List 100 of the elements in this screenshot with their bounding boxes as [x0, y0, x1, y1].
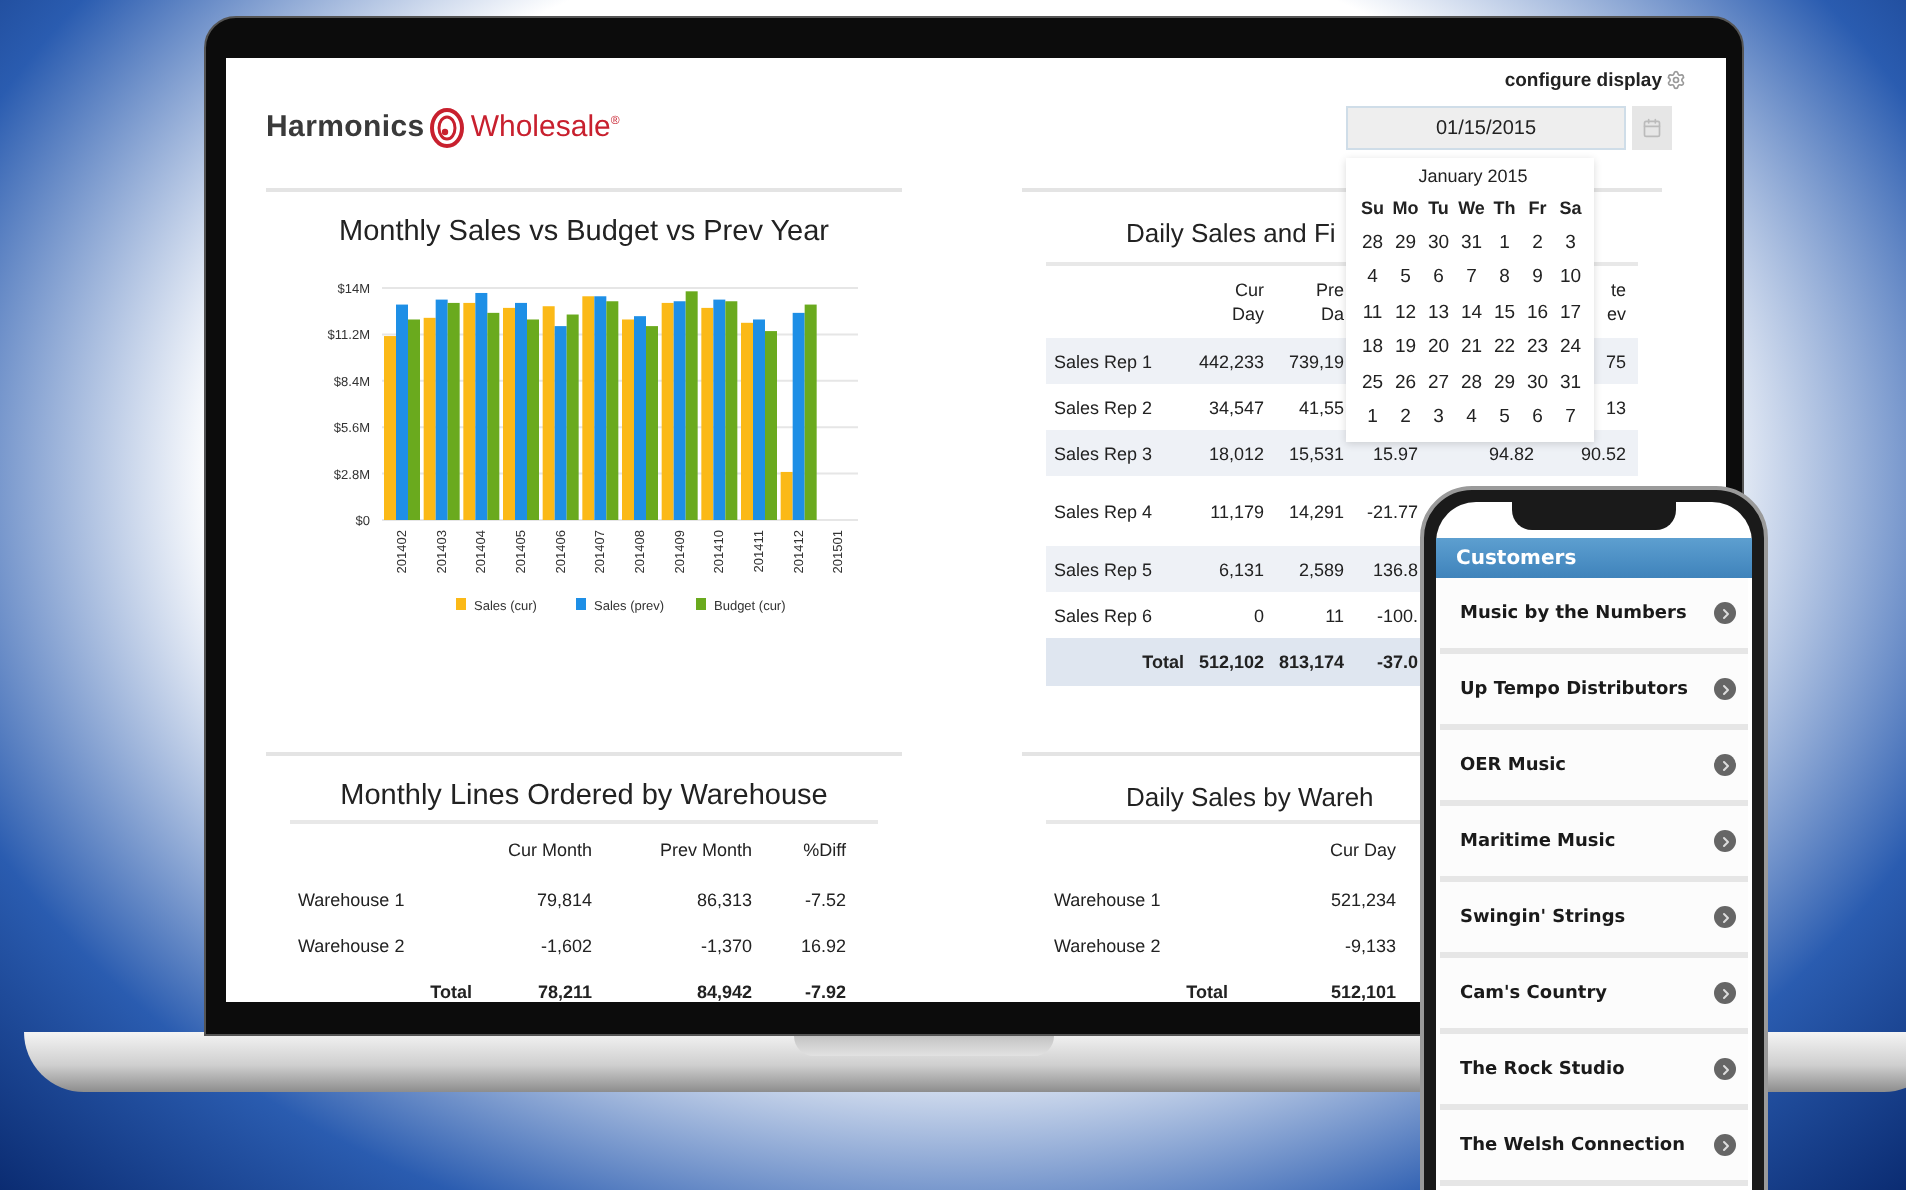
table-cell-text: 90.52 [1578, 441, 1626, 465]
table-cell-text: 94.82 [1486, 441, 1536, 465]
table-cell-text: Total [428, 979, 474, 1002]
logo-text: Wholesale$^{®}$ [470, 110, 620, 144]
table-cell-text: Warehouse 1 [296, 887, 407, 911]
calendar-day[interactable]: 13 [1422, 301, 1455, 324]
chevron-icon [1714, 982, 1736, 1004]
calendar-day[interactable]: 5 [1488, 406, 1521, 429]
weekday-label: Su [1358, 197, 1386, 218]
panel-title: Monthly Lines Ordered by Warehouse [338, 780, 830, 812]
table-cell-text: 34,547 [1206, 395, 1266, 419]
calendar-day[interactable]: 20 [1422, 336, 1455, 359]
calendar-day[interactable]: 1 [1356, 406, 1389, 429]
table-cell-text: -37.0 [1374, 650, 1420, 674]
calendar-day[interactable]: 6 [1521, 406, 1554, 429]
table-cell-text: -100. [1374, 603, 1420, 627]
chevron-icon [1714, 602, 1736, 624]
calendar-day[interactable]: 14 [1455, 301, 1488, 324]
calendar-icon [1642, 118, 1662, 138]
table-cell-text: 84,942 [694, 979, 754, 1002]
calendar-day[interactable]: 9 [1521, 266, 1554, 289]
calendar-day[interactable]: 4 [1356, 266, 1389, 289]
table-cell-text: Warehouse 2 [296, 933, 407, 957]
calendar-day[interactable]: 24 [1554, 336, 1587, 359]
calendar-day[interactable]: 1 [1488, 231, 1521, 254]
column-header: %Diff [801, 838, 846, 862]
calendar-day[interactable]: 30 [1521, 371, 1554, 394]
table-cell-text: 442,233 [1196, 349, 1266, 373]
calendar-day[interactable]: 11 [1356, 301, 1389, 324]
calendar-day[interactable]: 4 [1455, 406, 1488, 429]
calendar-day[interactable]: 5 [1389, 266, 1422, 289]
table-cell-text: 11 [1323, 603, 1346, 627]
logo-emblem-icon [430, 107, 465, 147]
table-cell-text: 15,531 [1286, 441, 1346, 465]
configure-display-link[interactable]: configure display [1504, 66, 1686, 94]
table-cell-text: Sales Rep 2 [1052, 395, 1155, 419]
calendar-day[interactable]: 18 [1356, 336, 1389, 359]
calendar-day[interactable]: 7 [1554, 406, 1587, 429]
column-header: Pre Da [1313, 278, 1346, 326]
table-cell-text: -9,133 [1342, 933, 1396, 957]
calendar-day[interactable]: 31 [1554, 371, 1587, 394]
calendar-day[interactable]: 16 [1521, 301, 1554, 324]
calendar-day[interactable]: 6 [1422, 266, 1455, 289]
calendar-day[interactable]: 30 [1422, 231, 1455, 254]
table-cell-text: 41,55 [1296, 395, 1346, 419]
calendar-button[interactable] [1632, 106, 1672, 150]
calendar-day[interactable]: 15 [1488, 301, 1521, 324]
calendar-day[interactable]: 23 [1521, 336, 1554, 359]
column-header: Cur Day [1229, 278, 1266, 326]
table-cell-text: Sales Rep 4 [1052, 499, 1155, 523]
calendar-day[interactable]: 3 [1554, 231, 1587, 254]
weekday-label: Th [1491, 197, 1518, 218]
calendar-day[interactable]: 3 [1422, 406, 1455, 429]
chart-title: Monthly Sales vs Budget vs Prev Year [336, 216, 832, 252]
calendar-day[interactable]: 31 [1455, 231, 1488, 254]
table-cell-text: -7.92 [802, 979, 846, 1002]
chevron-icon [1714, 906, 1736, 928]
table-cell-text: Warehouse 2 [1052, 933, 1163, 957]
month-title: January 2015 [1416, 166, 1530, 190]
table-cell-text: 18,012 [1206, 441, 1266, 465]
table-cell-text: 6,131 [1216, 557, 1266, 581]
calendar-day[interactable]: 10 [1554, 266, 1587, 289]
calendar-day[interactable]: 29 [1389, 231, 1422, 254]
panel-title: Daily Sales and Fi [1126, 218, 1336, 252]
calendar-day[interactable]: 28 [1455, 371, 1488, 394]
table-cell-text: 512,102 [1196, 650, 1266, 674]
column-header: Cur Day [1327, 838, 1396, 862]
chevron-icon [1714, 1134, 1736, 1156]
chevron-icon [1714, 678, 1736, 700]
panel-title: Daily Sales by Wareh [1126, 782, 1374, 812]
date-field[interactable]: 01/15/2015 [1346, 106, 1626, 150]
column-header: te ev [1604, 278, 1626, 326]
table-cell-text: Sales Rep 1 [1052, 349, 1155, 373]
calendar-day[interactable]: 27 [1422, 371, 1455, 394]
weekday-label: Fr [1526, 197, 1549, 218]
calendar-day[interactable]: 21 [1455, 336, 1488, 359]
chevron-icon [1714, 830, 1736, 852]
table-cell-text: 136.8 [1370, 557, 1420, 581]
table-cell-text: 16.92 [798, 933, 846, 957]
calendar-day[interactable]: 7 [1455, 266, 1488, 289]
calendar-day[interactable]: 29 [1488, 371, 1521, 394]
calendar-day[interactable]: 8 [1488, 266, 1521, 289]
table-cell-text: 813,174 [1276, 650, 1346, 674]
calendar-day[interactable]: 22 [1488, 336, 1521, 359]
table-cell-text: Total [1184, 979, 1230, 1002]
weekday-label: Tu [1426, 197, 1451, 218]
table-cell-text: -1,602 [538, 933, 594, 957]
settings-icon [1666, 70, 1686, 90]
calendar-day[interactable]: 19 [1389, 336, 1422, 359]
calendar-day[interactable]: 2 [1521, 231, 1554, 254]
weekday-label: Mo [1390, 197, 1421, 218]
calendar-day[interactable]: 26 [1389, 371, 1422, 394]
table-cell-text: -7.52 [802, 887, 846, 911]
table-cell-text: Warehouse 1 [1052, 887, 1163, 911]
calendar-day[interactable]: 25 [1356, 371, 1389, 394]
table-cell-text: 86,313 [694, 887, 754, 911]
calendar-day[interactable]: 17 [1554, 301, 1587, 324]
calendar-day[interactable]: 12 [1389, 301, 1422, 324]
calendar-day[interactable]: 2 [1389, 406, 1422, 429]
calendar-day[interactable]: 28 [1356, 231, 1389, 254]
